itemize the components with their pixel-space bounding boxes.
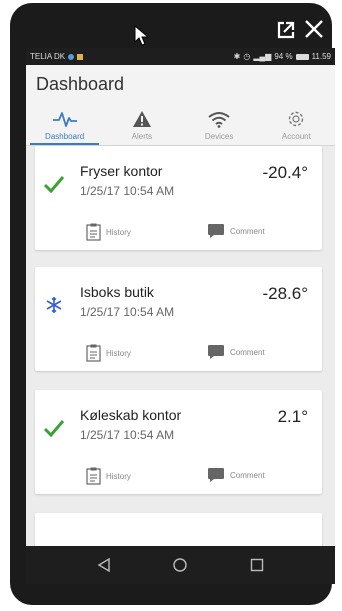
app-notification-icon (77, 53, 84, 60)
tab-devices[interactable]: Devices (181, 105, 258, 145)
sensor-name: Køleskab kontor (80, 407, 182, 423)
sensor-temperature: 2.1° (277, 407, 308, 426)
sensor-timestamp: 1/25/17 10:54 AM (80, 428, 175, 442)
back-icon[interactable] (97, 557, 111, 573)
pulse-icon (52, 112, 77, 127)
tab-alerts[interactable]: Alerts (103, 105, 180, 145)
comment-button[interactable]: Comment (207, 467, 265, 483)
status-bar: TELIA DK ✱ ◷ ▂▄▆ 94 % 11.59 (26, 48, 335, 65)
wifi-icon (208, 112, 230, 128)
comment-icon (208, 345, 224, 359)
comment-label: Comment (230, 226, 265, 236)
tab-bar: Dashboard Alerts Devices Account (26, 105, 335, 145)
clipboard-icon (86, 344, 101, 362)
comment-label: Comment (230, 347, 265, 357)
close-icon[interactable] (303, 18, 325, 40)
phone-frame: TELIA DK ✱ ◷ ▂▄▆ 94 % 11.59 Dashboard Da… (10, 3, 335, 605)
check-icon (43, 420, 65, 438)
sensor-timestamp: 1/25/17 10:54 AM (80, 184, 175, 198)
sensor-card[interactable]: Isboks butik 1/25/17 10:54 AM -28.6° His… (35, 267, 322, 371)
signal-icon: ▂▄▆ (253, 52, 272, 61)
sensor-card[interactable]: Fryser kontor 1/25/17 10:54 AM -20.4° Hi… (35, 146, 322, 250)
tab-dashboard[interactable]: Dashboard (26, 105, 103, 145)
warning-icon (132, 111, 151, 127)
history-label: History (106, 227, 131, 237)
history-label: History (106, 348, 131, 358)
sensor-temperature: -20.4° (262, 163, 308, 182)
gear-icon (289, 111, 304, 127)
sensor-temperature: -28.6° (262, 284, 308, 303)
check-icon (43, 176, 65, 194)
mouse-pointer-icon (134, 25, 150, 46)
tab-label: Dashboard (45, 132, 85, 141)
clock: 11.59 (311, 52, 331, 61)
history-button[interactable]: History (86, 344, 131, 362)
comment-button[interactable]: Comment (207, 223, 265, 239)
history-button[interactable]: History (86, 223, 131, 241)
recents-icon[interactable] (250, 558, 264, 572)
tab-label: Account (281, 132, 311, 141)
clipboard-icon (86, 467, 101, 485)
comment-icon (208, 468, 224, 482)
comment-button[interactable]: Comment (207, 344, 265, 360)
window-controls (10, 3, 332, 49)
home-icon[interactable] (172, 557, 188, 573)
notification-icon (68, 53, 75, 60)
bluetooth-icon: ✱ (233, 52, 241, 61)
android-nav-bar (26, 546, 335, 584)
comment-icon (208, 224, 224, 238)
alarm-icon: ◷ (243, 52, 251, 61)
page-title: Dashboard (36, 74, 125, 94)
history-button[interactable]: History (86, 467, 131, 485)
sensor-name: Isboks butik (80, 284, 154, 300)
comment-label: Comment (230, 470, 265, 480)
sensor-name: Fryser kontor (80, 163, 163, 179)
tab-label: Devices (204, 132, 234, 141)
tab-label: Alerts (131, 132, 153, 141)
device-screen: TELIA DK ✱ ◷ ▂▄▆ 94 % 11.59 Dashboard Da… (26, 48, 335, 584)
clipboard-icon (86, 223, 101, 241)
battery-icon (295, 53, 309, 60)
app-header: Dashboard Dashboard Alerts Devices Accou… (26, 65, 335, 146)
sensor-card[interactable]: Køleskab kontor 1/25/17 10:54 AM 2.1° Hi… (35, 390, 322, 494)
battery-percent: 94 % (274, 52, 293, 61)
snowflake-icon (46, 297, 62, 313)
open-external-icon[interactable] (276, 20, 296, 40)
history-label: History (106, 471, 131, 481)
sensor-timestamp: 1/25/17 10:54 AM (80, 305, 175, 319)
tab-account[interactable]: Account (258, 105, 335, 145)
carrier-label: TELIA DK (30, 52, 66, 61)
